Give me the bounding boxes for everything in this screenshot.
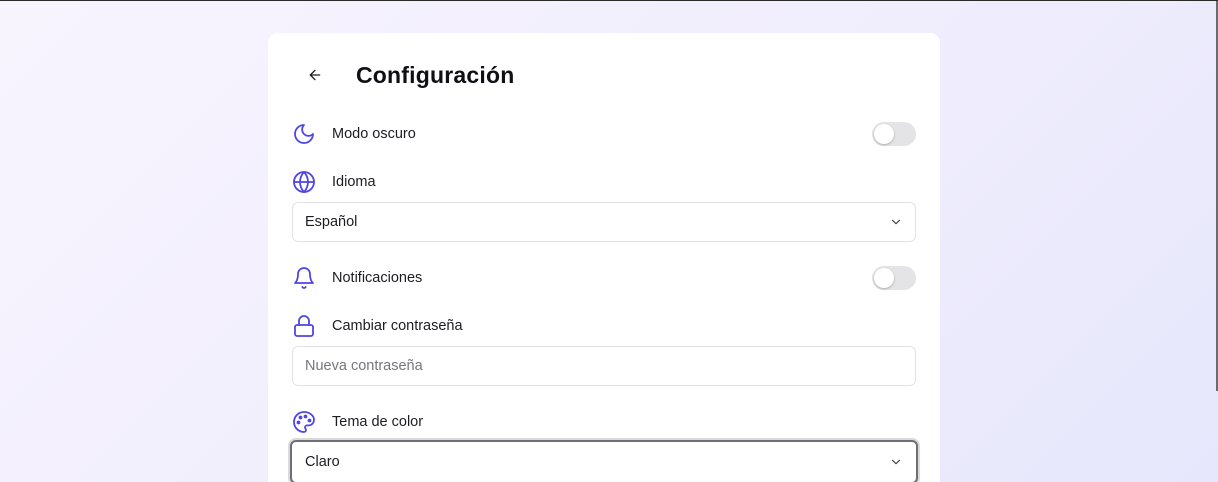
back-button[interactable] xyxy=(301,63,329,91)
chevron-down-icon xyxy=(889,455,903,469)
dark-mode-label: Modo oscuro xyxy=(332,126,416,142)
arrow-left-icon xyxy=(307,67,323,88)
language-select-value: Español xyxy=(305,214,358,230)
toggle-knob xyxy=(874,124,894,144)
language-select[interactable]: Español xyxy=(292,202,916,242)
toggle-knob xyxy=(874,268,894,288)
color-theme-select[interactable]: Claro xyxy=(290,440,918,482)
settings-card: Configuración Modo oscuro Idioma Español… xyxy=(268,33,940,482)
new-password-input[interactable] xyxy=(292,346,916,386)
chevron-down-icon xyxy=(889,215,903,229)
notifications-toggle[interactable] xyxy=(872,266,916,290)
lock-icon xyxy=(291,313,317,339)
globe-icon xyxy=(291,169,317,195)
change-password-label: Cambiar contraseña xyxy=(332,318,463,334)
notifications-label: Notificaciones xyxy=(332,270,423,286)
palette-icon xyxy=(291,409,317,435)
color-theme-label: Tema de color xyxy=(332,414,424,430)
page-title: Configuración xyxy=(356,62,515,88)
bell-icon xyxy=(291,265,317,291)
color-theme-select-value: Claro xyxy=(305,454,340,470)
language-label: Idioma xyxy=(332,174,376,190)
moon-icon xyxy=(291,121,317,147)
dark-mode-toggle[interactable] xyxy=(872,122,916,146)
